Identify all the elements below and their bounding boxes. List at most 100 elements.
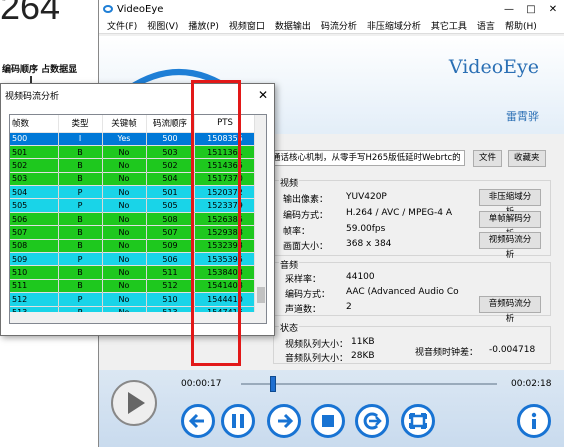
raw-analysis-button[interactable]: 非压缩域分析 [479, 189, 541, 217]
cell-type: P [58, 292, 103, 307]
dialog-close-icon[interactable]: ✕ [258, 88, 268, 102]
table-row[interactable]: 503 B No 504 1517370 [10, 172, 257, 187]
menu-bar: 文件(F) 视图(V) 播放(P) 视频窗口 数据输出 码流分析 非压缩域分析 … [99, 18, 564, 34]
table-row[interactable]: 511 B No 512 1541408 [10, 279, 257, 294]
cell-type: B [58, 239, 103, 254]
col-stream-order[interactable]: 码流顺序 [146, 115, 195, 133]
logo-text: VideoEye [448, 56, 539, 78]
app-eye-icon [103, 5, 113, 13]
title-bar[interactable]: VideoEye [99, 0, 564, 18]
menu-raw-analysis[interactable]: 非压缩域分析 [367, 19, 421, 32]
file-path-input[interactable]: 通话核心机制，从零手写H265版低延时Webrtc的 [269, 150, 465, 166]
table-row[interactable]: 505 P No 505 1523379 [10, 198, 257, 213]
cell-order: 501 [146, 185, 195, 200]
cell-frame: 502 [10, 158, 59, 173]
step-forward-button[interactable] [267, 404, 301, 438]
cell-keyframe: No [102, 145, 147, 160]
menu-other-tools[interactable]: 其它工具 [431, 19, 467, 32]
audio-channels-label: 声道数： [285, 305, 322, 315]
file-button[interactable]: 文件 [473, 149, 503, 167]
seek-thumb[interactable] [270, 376, 276, 392]
cell-pts: 1529388 [194, 225, 257, 240]
table-row[interactable]: 510 B No 511 1538403 [10, 265, 257, 280]
video-codec-value: H.264 / AVC / MPEG-4 A [346, 208, 453, 218]
pause-button[interactable] [221, 404, 255, 438]
cell-type: B [58, 172, 103, 187]
menu-language[interactable]: 语言 [477, 19, 495, 32]
table-row[interactable]: 507 B No 507 1529388 [10, 225, 257, 240]
file-input-row: 通话核心机制，从零手写H265版低延时Webrtc的 文件 收藏夹 [269, 149, 546, 167]
cell-type: P [58, 185, 103, 200]
stop-button[interactable] [311, 404, 345, 438]
goto-button[interactable] [355, 404, 389, 438]
table-row[interactable]: 512 P No 510 1544410 [10, 292, 257, 307]
table-row[interactable]: 501 B No 503 1511361 [10, 145, 257, 160]
video-stream-analysis-button[interactable]: 视频码流分析 [479, 232, 541, 260]
cell-pts: 1538403 [194, 265, 257, 280]
status-group-label: 状态 [279, 321, 300, 334]
favorites-button[interactable]: 收藏夹 [508, 149, 546, 167]
cell-type: B [58, 158, 103, 173]
cell-frame: 501 [10, 145, 59, 160]
table-row[interactable]: 506 B No 508 1526385 [10, 212, 257, 227]
seek-track[interactable] [241, 383, 497, 385]
cell-keyframe: No [102, 185, 147, 200]
vertical-scrollbar[interactable] [254, 115, 266, 323]
video-queue-value: 11KB [351, 337, 375, 347]
maximize-icon[interactable]: □ [520, 0, 542, 18]
window-controls: — □ ✕ [498, 0, 564, 18]
cell-keyframe: No [102, 198, 147, 213]
arrow-left-icon [188, 413, 204, 429]
table-row[interactable]: 502 B No 502 1514365 [10, 158, 257, 173]
info-button[interactable] [517, 404, 551, 438]
cell-type: P [58, 198, 103, 213]
table-row[interactable]: 509 P No 506 1535395 [10, 252, 257, 267]
cell-order: 507 [146, 225, 195, 240]
close-icon[interactable]: ✕ [542, 0, 564, 18]
frame-decode-button[interactable]: 单帧解码分析 [479, 211, 541, 239]
play-button[interactable] [111, 380, 157, 426]
table-row[interactable]: 508 B No 509 1532393 [10, 239, 257, 254]
menu-video-window[interactable]: 视频窗口 [229, 19, 265, 32]
table-row[interactable]: 500 I Yes 500 1508355 [10, 132, 257, 146]
cell-order: 500 [146, 132, 195, 146]
cell-keyframe: No [102, 252, 147, 267]
current-time: 00:00:17 [181, 379, 222, 389]
table-row[interactable]: 504 P No 501 1520372 [10, 185, 257, 200]
cell-keyframe: No [102, 279, 147, 294]
total-time: 00:02:18 [511, 379, 552, 389]
col-type[interactable]: 类型 [58, 115, 103, 133]
horizontal-scrollbar[interactable] [10, 312, 256, 323]
menu-data-output[interactable]: 数据输出 [275, 19, 311, 32]
cell-pts: 1544410 [194, 292, 257, 307]
video-pixel-label: 输出像素： [283, 195, 329, 205]
step-back-button[interactable] [181, 404, 215, 438]
minimize-icon[interactable]: — [498, 0, 520, 18]
cell-keyframe: No [102, 292, 147, 307]
audio-group-label: 音频 [279, 258, 300, 271]
menu-help[interactable]: 帮助(H) [505, 19, 537, 32]
goto-arrow-icon [363, 412, 382, 430]
table-header: 帧数 类型 关键帧 码流顺序 PTS [10, 115, 257, 133]
col-frame-number[interactable]: 帧数 [10, 115, 59, 133]
menu-view[interactable]: 视图(V) [147, 19, 178, 32]
menu-stream-analysis[interactable]: 码流分析 [321, 19, 357, 32]
audio-stream-analysis-button[interactable]: 音频码流分析 [479, 296, 541, 324]
stop-icon [322, 415, 334, 427]
cell-type: B [58, 225, 103, 240]
cell-keyframe: No [102, 225, 147, 240]
fullscreen-button[interactable] [401, 404, 435, 438]
scroll-thumb[interactable] [257, 287, 265, 303]
cell-type: B [58, 212, 103, 227]
play-icon [128, 392, 145, 414]
cell-order: 506 [146, 252, 195, 267]
cell-frame: 504 [10, 185, 59, 200]
arrow-right-icon [278, 413, 294, 429]
menu-file[interactable]: 文件(F) [107, 19, 137, 32]
cell-keyframe: No [102, 212, 147, 227]
cell-pts: 1526385 [194, 212, 257, 227]
col-pts[interactable]: PTS [194, 115, 257, 133]
info-icon [531, 412, 537, 429]
col-keyframe[interactable]: 关键帧 [102, 115, 147, 133]
menu-play[interactable]: 播放(P) [188, 19, 218, 32]
